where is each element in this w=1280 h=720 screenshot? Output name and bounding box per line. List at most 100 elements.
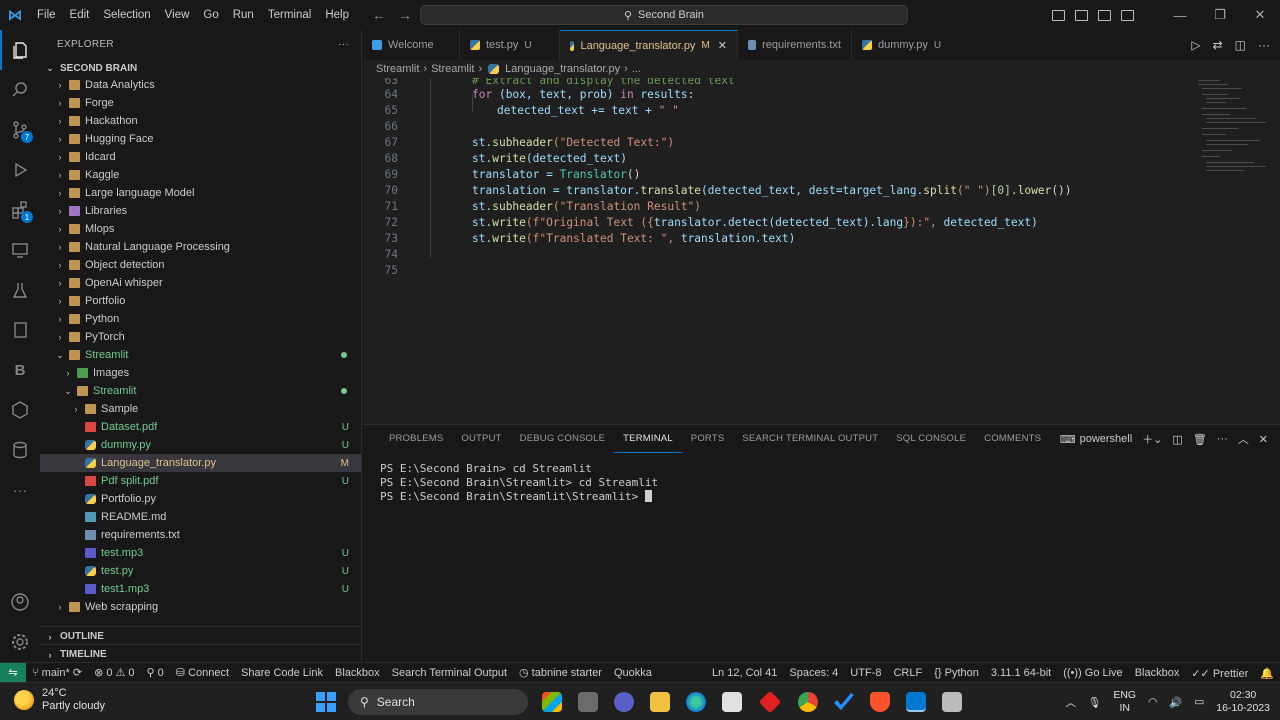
tree-folder[interactable]: › Natural Language Processing — [40, 238, 361, 256]
tab-requirements[interactable]: requirements.txt — [738, 30, 852, 60]
tree-folder[interactable]: › Hugging Face — [40, 130, 361, 148]
menu-selection[interactable]: Selection — [96, 0, 157, 30]
prettier[interactable]: ✓✓ Prettier — [1185, 667, 1254, 680]
chrome-icon[interactable] — [798, 692, 818, 712]
status-blackbox[interactable]: Blackbox — [329, 667, 386, 679]
microphone-icon[interactable]: 🎙 — [1088, 696, 1101, 709]
menu-run[interactable]: Run — [226, 0, 261, 30]
tab-terminal[interactable]: TERMINAL — [614, 425, 682, 453]
tree-file[interactable]: requirements.txt — [40, 526, 361, 544]
problems-indicator[interactable]: ⊗ 0 ⚠ 0 — [88, 666, 140, 679]
menu-terminal[interactable]: Terminal — [261, 0, 318, 30]
account-icon[interactable] — [0, 582, 40, 622]
toggle-sidebar-icon[interactable] — [1052, 9, 1065, 21]
minimize-icon[interactable]: — — [1160, 8, 1200, 23]
toggle-panel-icon[interactable] — [1075, 9, 1088, 21]
timeline-section[interactable]: › TIMELINE — [40, 644, 361, 664]
battery-icon[interactable]: ▭ — [1194, 696, 1204, 708]
line-ending[interactable]: CRLF — [887, 667, 928, 679]
tree-folder[interactable]: › Kaggle — [40, 166, 361, 184]
tab-test-py[interactable]: test.py U — [460, 30, 560, 60]
tree-folder[interactable]: › Portfolio — [40, 292, 361, 310]
new-terminal-icon[interactable]: ＋⌄ — [1142, 431, 1162, 447]
restore-icon[interactable]: ❐ — [1200, 7, 1240, 23]
input-language[interactable]: ENG IN — [1113, 689, 1136, 715]
menu-file[interactable]: File — [30, 0, 63, 30]
minimap[interactable] — [1192, 78, 1272, 188]
more-actions-icon[interactable]: ··· — [1217, 433, 1228, 445]
status-connect[interactable]: ⛁ Connect — [170, 666, 235, 679]
breadcrumb-item[interactable]: Streamlit — [376, 63, 419, 75]
remote-explorer-icon[interactable] — [0, 230, 40, 270]
terminal-prompt-line[interactable]: PS E:\Second Brain\Streamlit\Streamlit> — [380, 490, 652, 503]
tree-folder[interactable]: › Object detection — [40, 256, 361, 274]
git-branch[interactable]: ⑂ main* ⟳ — [26, 666, 88, 679]
tab-problems[interactable]: PROBLEMS — [380, 425, 452, 453]
tree-folder[interactable]: › Data Analytics — [40, 76, 361, 94]
notifications-bell-icon[interactable]: 🔔 — [1254, 667, 1280, 680]
tree-folder[interactable]: › Images — [40, 364, 361, 382]
tree-file[interactable]: test.mp3 U — [40, 544, 361, 562]
split-editor-icon[interactable]: ◫ — [1235, 38, 1246, 52]
code-editor[interactable]: 63 # Extract and display the detected tex… — [362, 78, 1280, 424]
tab-debug-console[interactable]: DEBUG CONSOLE — [511, 425, 614, 453]
breadcrumb-item[interactable]: Streamlit — [431, 63, 474, 75]
cursor-position[interactable]: Ln 12, Col 41 — [706, 667, 783, 679]
run-debug-icon[interactable] — [0, 150, 40, 190]
encoding[interactable]: UTF-8 — [844, 667, 887, 679]
tree-folder[interactable]: › PyTorch — [40, 328, 361, 346]
tree-folder[interactable]: › Mlops — [40, 220, 361, 238]
language-mode[interactable]: {} Python — [928, 667, 985, 679]
forward-arrow-icon[interactable]: → — [398, 7, 412, 23]
status-tabnine[interactable]: ◷ tabnine starter — [513, 666, 608, 679]
tab-comments[interactable]: COMMENTS — [975, 425, 1050, 453]
menu-view[interactable]: View — [158, 0, 197, 30]
tree-folder[interactable]: › Forge — [40, 94, 361, 112]
brave-browser-icon[interactable] — [870, 692, 890, 712]
search-icon[interactable] — [0, 70, 40, 110]
status-blackbox-right[interactable]: Blackbox — [1129, 667, 1186, 679]
widgets-app-icon[interactable] — [542, 692, 562, 712]
tree-file-selected[interactable]: Language_translator.py M — [40, 454, 361, 472]
close-panel-icon[interactable]: ✕ — [1259, 433, 1268, 446]
task-view-icon[interactable] — [578, 692, 598, 712]
customize-layout-icon[interactable] — [1121, 9, 1134, 21]
python-interpreter[interactable]: 3.11.1 64-bit — [985, 667, 1057, 679]
tree-folder[interactable]: › Web scrapping — [40, 598, 361, 616]
tree-folder-open[interactable]: ⌄ Streamlit — [40, 346, 361, 364]
tree-folder[interactable]: › OpenAi whisper — [40, 274, 361, 292]
tree-folder[interactable]: › Sample — [40, 400, 361, 418]
testing-flask-icon[interactable] — [0, 270, 40, 310]
tree-folder-open[interactable]: ⌄ Streamlit — [40, 382, 361, 400]
go-live[interactable]: ((•)) Go Live — [1057, 667, 1128, 679]
menu-help[interactable]: Help — [318, 0, 356, 30]
menu-edit[interactable]: Edit — [63, 0, 97, 30]
explorer-more-icon[interactable]: ··· — [338, 39, 349, 50]
tab-welcome[interactable]: Welcome — [362, 30, 460, 60]
breadcrumb-item[interactable]: ... — [632, 63, 641, 75]
clock[interactable]: 02:30 16-10-2023 — [1216, 689, 1270, 715]
teams-chat-icon[interactable] — [614, 692, 634, 712]
taskbar-search[interactable]: ⚲ Search — [348, 689, 528, 715]
back-arrow-icon[interactable]: ← — [372, 7, 386, 23]
run-python-icon[interactable]: ▷ — [1191, 38, 1200, 52]
breadcrumb-item[interactable]: Language_translator.py — [505, 63, 620, 75]
explorer-icon[interactable] — [0, 30, 40, 70]
microsoft-store-icon[interactable] — [722, 692, 742, 712]
terminal-shell-label[interactable]: powershell — [1080, 433, 1133, 445]
close-tab-icon[interactable]: ✕ — [718, 39, 727, 52]
blackbox-icon[interactable]: B — [0, 350, 40, 390]
windows-start-icon[interactable] — [316, 692, 336, 712]
tab-sql-console[interactable]: SQL CONSOLE — [887, 425, 975, 453]
anydesk-icon[interactable] — [758, 690, 782, 714]
tree-file[interactable]: test.py U — [40, 562, 361, 580]
tree-file[interactable]: Dataset.pdf U — [40, 418, 361, 436]
todo-check-icon[interactable] — [834, 693, 854, 710]
file-explorer-icon[interactable] — [650, 692, 670, 712]
vscode-taskbar-icon[interactable] — [906, 692, 926, 712]
explorer-root[interactable]: ⌄ SECOND BRAIN — [40, 58, 361, 78]
settings-gear-icon[interactable] — [0, 622, 40, 662]
extensions-icon[interactable]: 1 — [0, 190, 40, 230]
tree-file[interactable]: test1.mp3 U — [40, 580, 361, 598]
tree-folder[interactable]: › Large language Model — [40, 184, 361, 202]
